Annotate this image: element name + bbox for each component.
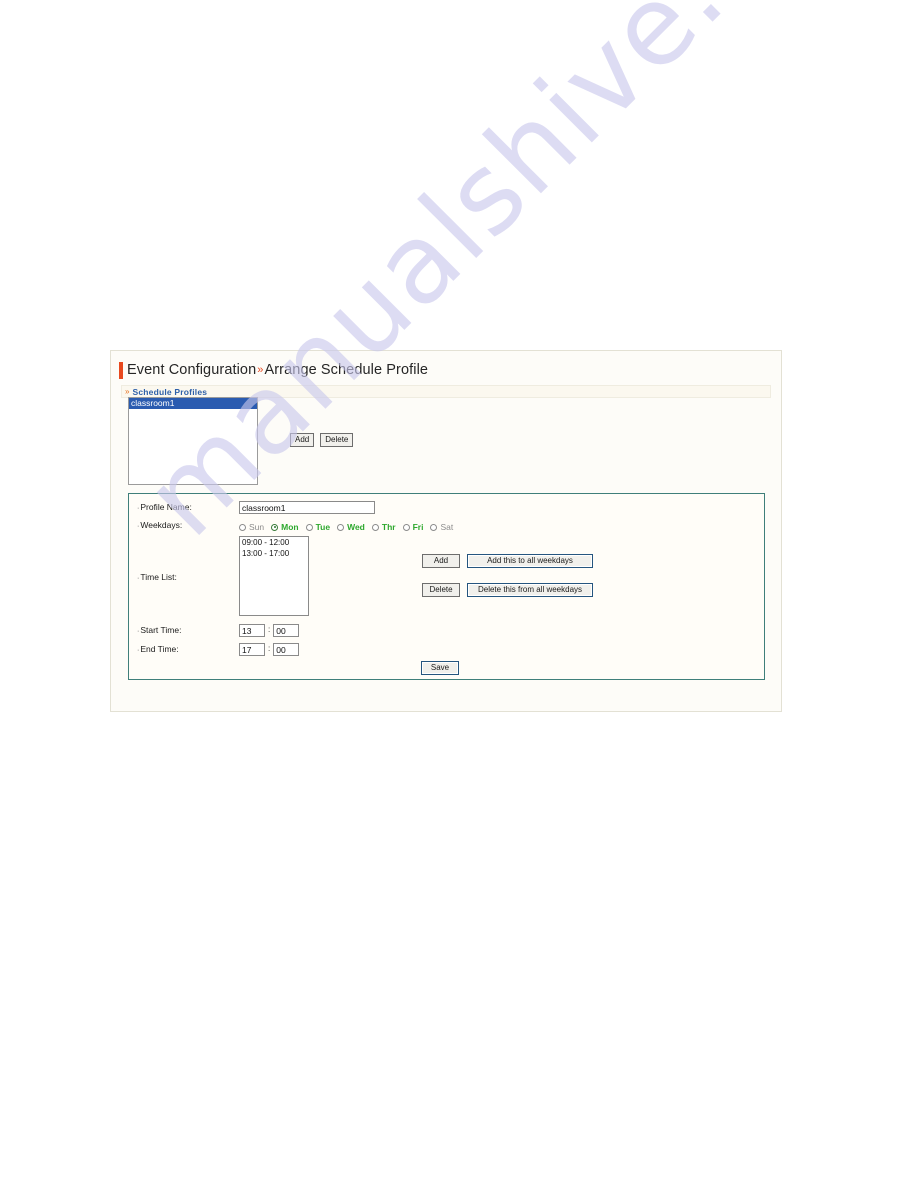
bullet-icon: · bbox=[137, 505, 140, 512]
start-time-hour-input[interactable]: 13 bbox=[239, 624, 265, 637]
weekday-option-sun[interactable]: Sun bbox=[239, 522, 264, 532]
add-to-all-weekdays-button[interactable]: Add this to all weekdays bbox=[467, 554, 593, 568]
weekdays-label-text: Weekdays: bbox=[140, 520, 183, 530]
list-item[interactable]: 09:00 - 12:00 bbox=[240, 537, 308, 548]
weekday-label[interactable]: Mon bbox=[281, 522, 298, 532]
end-time-label: ·End Time: bbox=[137, 644, 179, 654]
profile-name-row: ·Profile Name: bbox=[137, 502, 192, 512]
add-time-button[interactable]: Add bbox=[422, 554, 460, 568]
time-list-row: ·Time List: bbox=[137, 572, 177, 582]
weekdays-label: ·Weekdays: bbox=[137, 520, 182, 530]
profile-name-input-wrap: classroom1 bbox=[239, 501, 375, 514]
end-time-label-text: End Time: bbox=[140, 644, 179, 654]
page-title-secondary: Arrange Schedule Profile bbox=[264, 362, 429, 378]
start-time-minute-input[interactable]: 00 bbox=[273, 624, 300, 637]
weekday-option-sat[interactable]: Sat bbox=[430, 522, 453, 532]
weekday-option-tue[interactable]: Tue bbox=[305, 522, 330, 532]
weekday-label[interactable]: Sun bbox=[249, 522, 264, 532]
radio-icon[interactable] bbox=[239, 523, 246, 531]
delete-from-all-weekdays-button[interactable]: Delete this from all weekdays bbox=[467, 583, 593, 597]
weekday-label[interactable]: Thr bbox=[382, 522, 396, 532]
weekdays-radio-group: Sun Mon Tue Wed Thr Fri Sat bbox=[239, 522, 460, 532]
weekday-label[interactable]: Fri bbox=[413, 522, 424, 532]
add-profile-button[interactable]: Add bbox=[290, 433, 315, 447]
delete-time-button[interactable]: Delete bbox=[422, 583, 460, 597]
end-time-minute-input[interactable]: 00 bbox=[273, 643, 300, 656]
weekday-label[interactable]: Sat bbox=[440, 522, 453, 532]
bullet-icon: · bbox=[137, 575, 140, 582]
save-button[interactable]: Save bbox=[421, 661, 459, 675]
radio-icon[interactable] bbox=[430, 523, 438, 531]
schedule-profiles-listbox[interactable]: classroom1 bbox=[128, 397, 258, 485]
weekday-label[interactable]: Tue bbox=[316, 522, 330, 532]
weekdays-row: ·Weekdays: bbox=[137, 520, 182, 530]
start-time-row: ·Start Time: bbox=[137, 625, 181, 635]
radio-icon-selected[interactable] bbox=[271, 523, 279, 531]
bullet-icon: · bbox=[137, 628, 140, 635]
time-separator: : bbox=[268, 625, 271, 634]
bullet-icon: · bbox=[137, 523, 140, 530]
page-title-primary: Event Configuration bbox=[127, 362, 257, 378]
start-time-label-text: Start Time: bbox=[140, 625, 182, 635]
page-title-text: Event Configuration»Arrange Schedule Pro… bbox=[127, 362, 428, 378]
title-marker-icon bbox=[119, 361, 123, 379]
profile-list-actions: Add Delete bbox=[290, 433, 354, 447]
radio-icon[interactable] bbox=[305, 523, 313, 531]
save-button-wrap: Save bbox=[421, 657, 459, 675]
profile-name-label-text: Profile Name: bbox=[140, 502, 192, 512]
profile-name-label: ·Profile Name: bbox=[137, 502, 192, 512]
page-title: Event Configuration»Arrange Schedule Pro… bbox=[119, 359, 428, 381]
weekday-label[interactable]: Wed bbox=[347, 522, 365, 532]
time-separator: : bbox=[268, 644, 271, 653]
radio-icon[interactable] bbox=[402, 523, 410, 531]
profile-detail-fieldset: ·Profile Name: classroom1 ·Weekdays: Sun… bbox=[128, 493, 765, 680]
start-time-label: ·Start Time: bbox=[137, 625, 181, 635]
time-list-delete-row: Delete Delete this from all weekdays bbox=[422, 583, 593, 597]
start-time-inputs: 13 : 00 bbox=[239, 624, 300, 637]
time-list-label: ·Time List: bbox=[137, 572, 177, 582]
weekday-option-mon[interactable]: Mon bbox=[271, 522, 299, 532]
list-item[interactable]: classroom1 bbox=[129, 398, 257, 409]
time-list-listbox[interactable]: 09:00 - 12:00 13:00 - 17:00 bbox=[239, 536, 309, 616]
time-list-add-row: Add Add this to all weekdays bbox=[422, 554, 593, 568]
weekday-option-fri[interactable]: Fri bbox=[402, 522, 424, 532]
end-time-hour-input[interactable]: 17 bbox=[239, 643, 265, 656]
radio-icon[interactable] bbox=[337, 523, 345, 531]
section-header-label: Schedule Profiles bbox=[132, 386, 208, 397]
delete-profile-button[interactable]: Delete bbox=[320, 433, 354, 447]
chevron-right-icon: » bbox=[125, 386, 130, 396]
weekday-option-thr[interactable]: Thr bbox=[371, 522, 396, 532]
time-list-actions: Add Add this to all weekdays Delete Dele… bbox=[422, 554, 593, 612]
bullet-icon: · bbox=[137, 647, 140, 654]
weekday-option-wed[interactable]: Wed bbox=[337, 522, 365, 532]
profile-name-input[interactable]: classroom1 bbox=[239, 501, 375, 514]
radio-icon[interactable] bbox=[371, 523, 379, 531]
end-time-inputs: 17 : 00 bbox=[239, 643, 300, 656]
end-time-row: ·End Time: bbox=[137, 644, 179, 654]
list-item[interactable]: 13:00 - 17:00 bbox=[240, 548, 308, 559]
time-list-label-text: Time List: bbox=[140, 572, 177, 582]
